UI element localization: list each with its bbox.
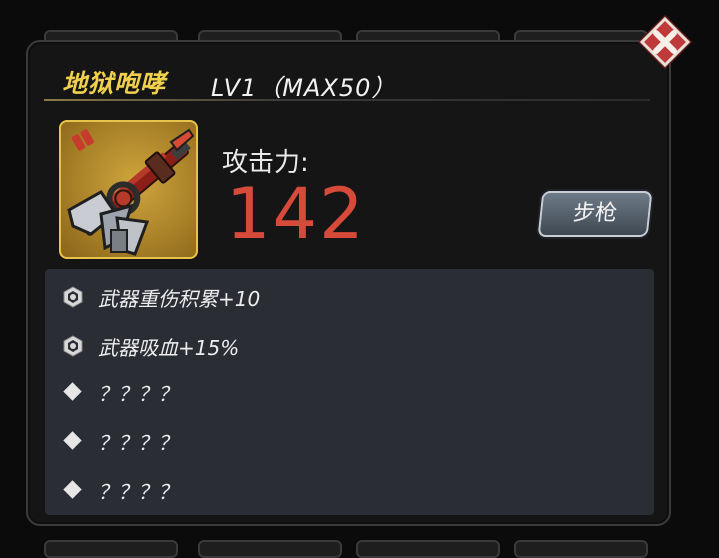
rifle-icon [67,128,195,256]
attribute-text: ？？？？ [98,381,178,406]
background-tab [44,540,178,558]
weapon-level: LV1（MAX50） [211,74,397,102]
diamond-icon [62,381,84,403]
attribute-row: ？？？？ [62,377,178,407]
close-icon [638,15,692,69]
diamond-icon [62,479,84,501]
attack-value: 142 [226,173,366,255]
attribute-text: 武器吸血+15% [98,335,240,360]
diamond-icon [62,430,84,452]
attribute-row: ？？？？ [62,426,178,456]
weapon-icon-frame[interactable] [59,120,198,259]
skill-badge-icon [62,286,84,308]
attribute-row: 武器吸血+15% [62,331,239,361]
background-tab [356,540,500,558]
background-tab [198,540,342,558]
attribute-row: 武器重伤积累+10 [62,282,260,312]
weapon-name: 地狱咆哮 [62,69,167,98]
attribute-text: ？？？？ [98,430,178,455]
attribute-row: ？？？？ [62,475,178,505]
background-tab [514,540,648,558]
title-divider [44,99,650,101]
weapon-type-button[interactable]: 步枪 [537,191,653,237]
attribute-text: ？？？？ [98,479,178,504]
close-button[interactable] [636,13,694,71]
skill-badge-icon [62,335,84,357]
attribute-text: 武器重伤积累+10 [98,286,261,311]
